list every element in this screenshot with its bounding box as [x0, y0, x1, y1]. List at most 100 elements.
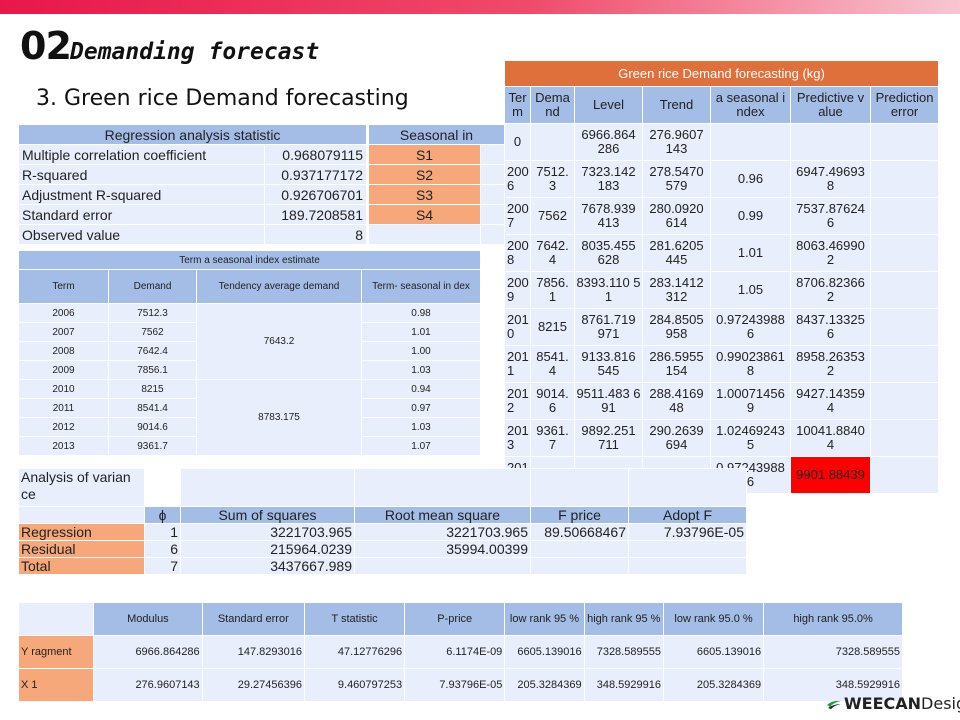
demand-cell: 7642. 4: [530, 234, 575, 272]
pred-cell: 8437.13325 6: [790, 308, 871, 346]
season-label: S2: [368, 164, 481, 185]
level-cell: 6966.864 286: [574, 123, 643, 161]
table-row: 2006 7512.3 7643.2 0.98: [18, 303, 481, 380]
term-cell: 200 6: [504, 160, 531, 198]
coef-cell: 6966.864286: [93, 635, 203, 669]
demand-cell: 7562: [108, 322, 197, 342]
term-cell: 200 8: [504, 234, 531, 272]
table-row: X 1 276.9607143 29.27456396 9.460797253 …: [17, 668, 903, 702]
term-cell: 201 0: [504, 308, 531, 346]
term-cell: 201 3: [504, 419, 531, 457]
trend-cell: 286.5955 154: [642, 345, 711, 383]
coef-cell: 147.8293016: [201, 635, 305, 669]
term-cell: 2007: [18, 322, 109, 342]
term-cell: 2013: [18, 436, 109, 456]
trend-cell: 283.1412 312: [642, 271, 711, 309]
coef-cell: 7328.589555: [763, 635, 903, 669]
pred-cell: 6947.49693 8: [790, 160, 871, 198]
term-table-title: Term a seasonal index estimate: [18, 250, 481, 270]
table-row: 201 0 8215 8761.719 971 284.8505 958 0.97243…: [504, 308, 940, 346]
coefficient-table: Modulus Standard error T statistic P-pri…: [17, 602, 903, 702]
table-row: 2010 8215 8783.175 0.94: [18, 379, 481, 456]
trend-cell: 288.4169 48: [642, 382, 711, 420]
logo-brand: WEECAN: [844, 694, 922, 713]
df-cell: 6: [144, 540, 181, 558]
sindex-cell: 0.99: [710, 197, 791, 235]
level-cell: 9511.483 691: [574, 382, 643, 420]
column-header: a seasonal i ndex: [710, 86, 791, 124]
index-cell: 1.03: [361, 360, 481, 380]
table-row: Standard error 189.7208581: [18, 204, 368, 225]
column-header: Prediction error: [869, 86, 940, 124]
column-header: Standard error: [201, 602, 305, 636]
level-cell: 8035.455 628: [574, 234, 643, 272]
anova-row-label: Residual: [18, 540, 145, 558]
err-cell: [869, 382, 940, 420]
term-seasonal-estimate-table: Term a seasonal index estimate Term Dema…: [18, 250, 481, 456]
term-cell: 2011: [18, 398, 109, 418]
term-cell: 2009: [18, 360, 109, 380]
pred-cell: 8063.46990 2: [790, 234, 871, 272]
coef-row-label: Y ragment: [17, 635, 95, 669]
sindex-cell: 0.96: [710, 160, 791, 198]
term-cell: 0: [504, 123, 531, 161]
err-cell: [869, 234, 940, 272]
table-row: 200 8 7642. 4 8035.455 628 281.6205 445 1.01…: [504, 234, 940, 272]
table-row: Observed value 8: [18, 224, 368, 245]
column-header: Term: [18, 269, 109, 304]
column-header: Tendency average demand: [196, 269, 362, 304]
coef-cell: 6.1174E-09: [404, 635, 506, 669]
stat-label: Standard error: [18, 204, 265, 225]
column-header: F price: [530, 506, 629, 524]
term-cell: 2006: [18, 303, 109, 323]
column-header: Predictive v alue: [790, 86, 871, 124]
coef-cell: 7.93796E-05: [404, 668, 506, 702]
stat-label: Adjustment R-squared: [18, 184, 265, 205]
table-row: S2: [368, 164, 506, 185]
column-header: ɸ: [144, 506, 181, 524]
coef-row-label: X 1: [17, 668, 95, 702]
regression-statistic-table: Regression analysis statistic Multiple c…: [17, 124, 368, 245]
err-cell: [869, 345, 940, 383]
column-header: low rank 95 %: [504, 602, 585, 636]
table-row: Total 7 3437667.989: [18, 557, 747, 575]
ss-cell: 3221703.965: [180, 523, 355, 541]
err-cell: [869, 271, 940, 309]
term-cell: 200 7: [504, 197, 531, 235]
err-cell: [869, 456, 940, 494]
demand-cell: [530, 123, 575, 161]
sindex-cell: 0.97243988 6: [710, 308, 791, 346]
demand-cell: 9014. 6: [530, 382, 575, 420]
stat-value: 0.937177172: [263, 164, 368, 185]
term-cell: 2012: [18, 417, 109, 437]
pred-cell: 9901.88439: [790, 456, 871, 494]
index-cell: 1.00: [361, 341, 481, 361]
level-cell: 7323.142 183: [574, 160, 643, 198]
table-row: Multiple correlation coefficient 0.968079…: [18, 144, 368, 165]
table-row: Y ragment 6966.864286 147.8293016 47.127…: [17, 635, 903, 669]
coef-cell: 29.27456396: [201, 668, 305, 702]
table-row: Residual 6 215964.0239 35994.00399: [18, 540, 747, 558]
coef-cell: 348.5929916: [583, 668, 664, 702]
coef-cell: 6605.139016: [662, 635, 765, 669]
column-header: Adopt F: [628, 506, 747, 524]
index-cell: 0.94: [361, 379, 481, 399]
column-header: Ter m: [504, 86, 531, 124]
err-cell: [869, 123, 940, 161]
index-cell: 1.07: [361, 436, 481, 456]
anova-row-label: Total: [18, 557, 145, 575]
ss-cell: 215964.0239: [180, 540, 355, 558]
section-number: 02: [20, 24, 72, 68]
pred-cell: 7537.87624 6: [790, 197, 871, 235]
column-header: Sum of squares: [180, 506, 355, 524]
table-row: 200 7 7562 7678.939 413 280.0920 614 0.99 753…: [504, 197, 940, 235]
stat-label: Multiple correlation coefficient: [18, 144, 265, 165]
coef-cell: 7328.589555: [583, 635, 664, 669]
coef-cell: 9.460797253: [303, 668, 406, 702]
level-cell: 9133.816 545: [574, 345, 643, 383]
coef-cell: 276.9607143: [93, 668, 203, 702]
stat-value: 0.968079115: [263, 144, 368, 165]
ms-cell: 3221703.965: [354, 523, 531, 541]
table-row: 201 3 9361. 7 9892.251 711 290.2639 694 1.02…: [504, 419, 940, 457]
err-cell: [869, 308, 940, 346]
